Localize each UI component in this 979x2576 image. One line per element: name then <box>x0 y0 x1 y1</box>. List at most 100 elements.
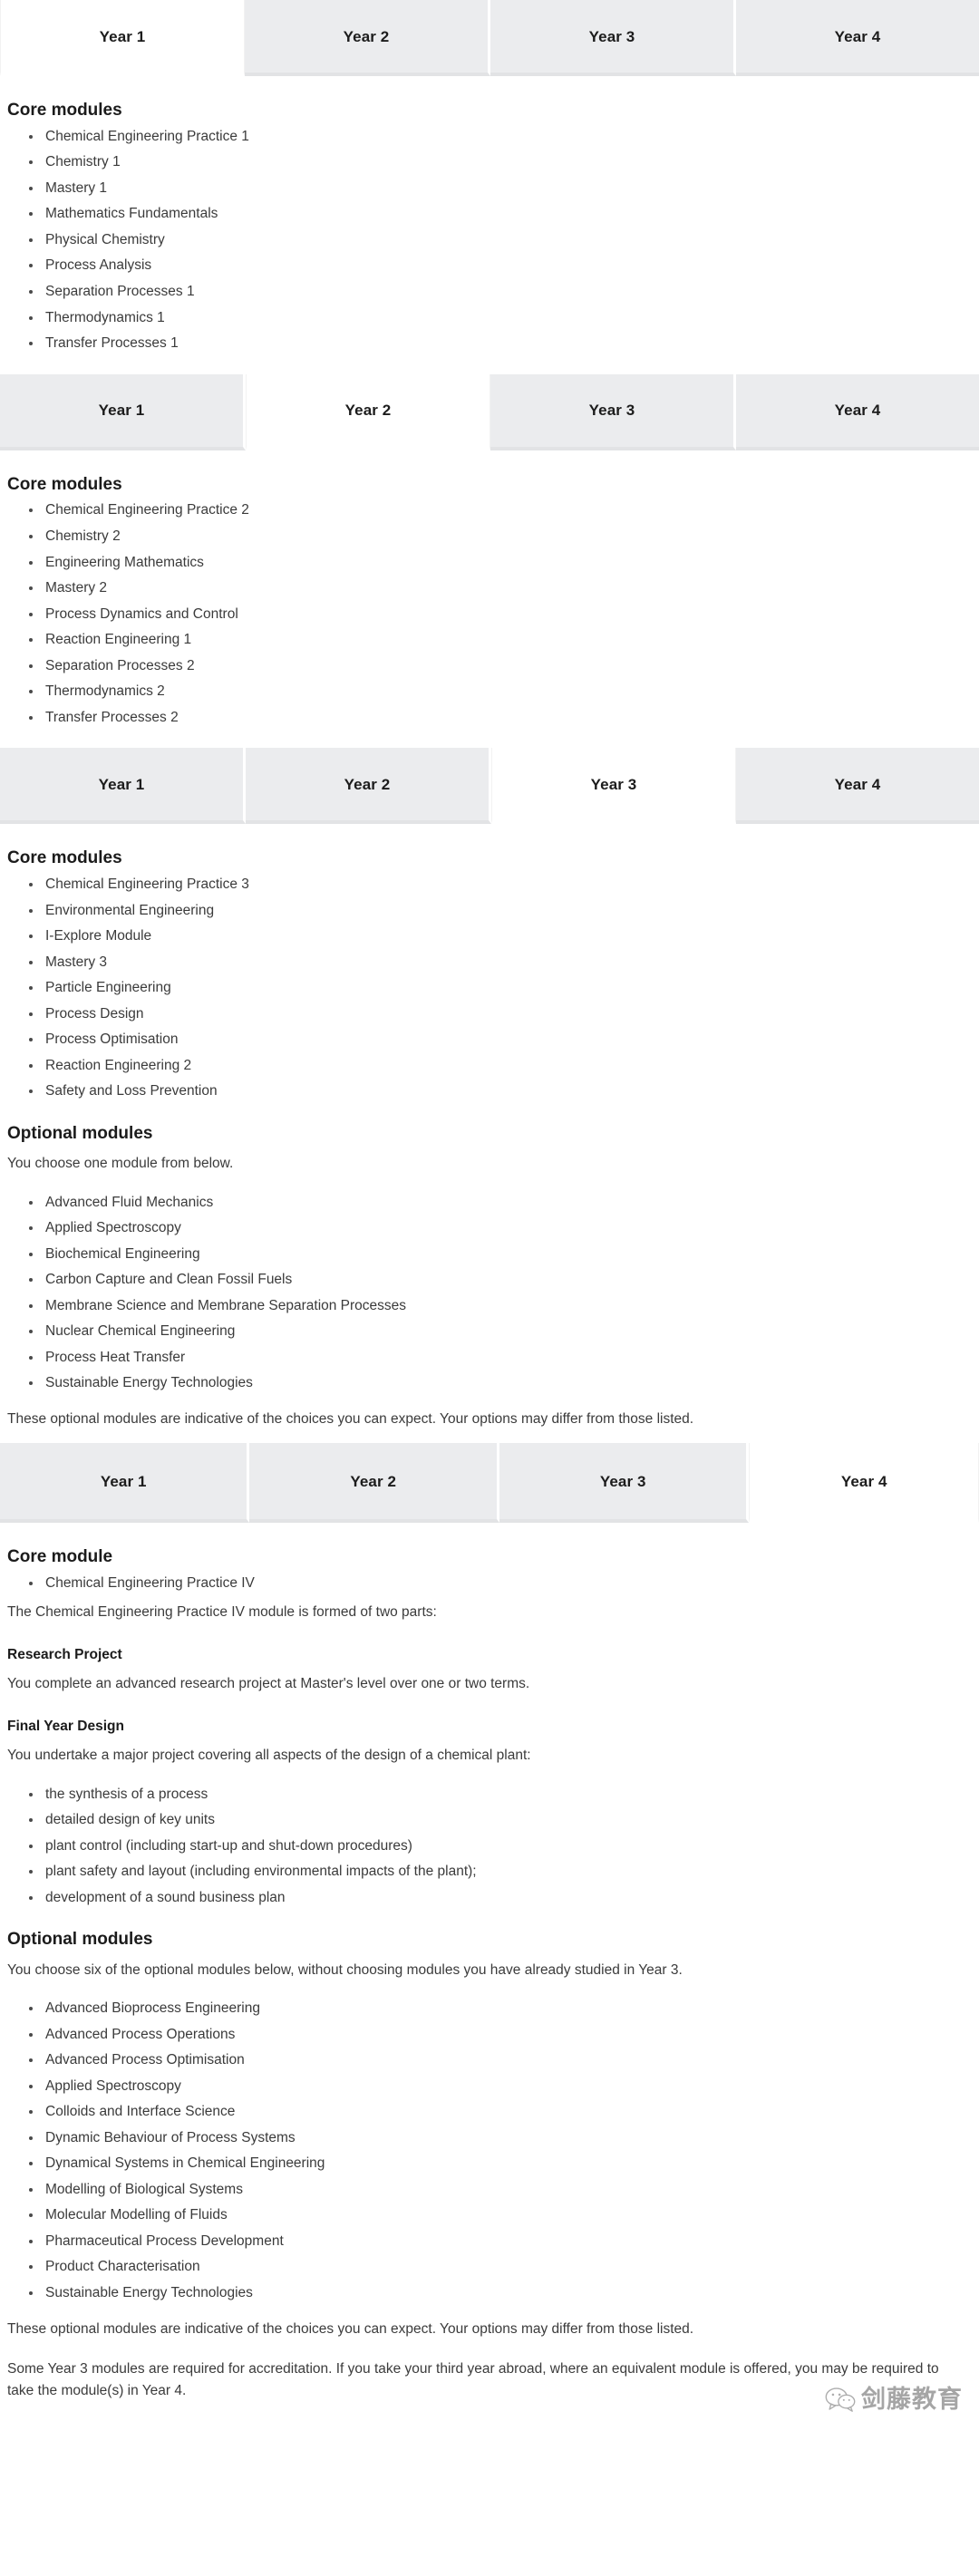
list-item: Separation Processes 1 <box>27 284 966 299</box>
tab-year-4[interactable]: Year 4 <box>736 0 979 76</box>
research-project-text: You complete an advanced research projec… <box>7 1676 530 1692</box>
list-item: Mastery 3 <box>27 954 966 970</box>
tab-year-4[interactable]: Year 4 <box>736 748 979 825</box>
list-item: Transfer Processes 1 <box>27 335 966 351</box>
optional-modules-heading: Optional modules <box>7 1929 153 1949</box>
list-item: Sustainable Energy Technologies <box>27 2285 966 2300</box>
tab-year-2[interactable]: Year 2 <box>249 1443 499 1524</box>
list-item: Chemical Engineering Practice 1 <box>27 129 966 144</box>
list-item: Process Optimisation <box>27 1031 966 1047</box>
core-modules-heading: Core modules <box>7 848 122 868</box>
year-1-core-module-list: Chemical Engineering Practice 1 Chemistry… <box>7 129 966 351</box>
list-item: I-Explore Module <box>27 928 966 944</box>
list-item: Process Analysis <box>27 257 966 273</box>
list-item: Engineering Mathematics <box>27 555 966 570</box>
optional-modules-disclaimer: These optional modules are indicative of… <box>7 2321 694 2338</box>
list-item: Modelling of Biological Systems <box>27 2182 966 2197</box>
list-item: Carbon Capture and Clean Fossil Fuels <box>27 1272 966 1287</box>
tab-label: Year 4 <box>834 27 881 45</box>
year-tabs-bar-4: Year 1 Year 2 Year 3 Year 4 <box>0 1443 979 1524</box>
optional-modules-heading: Optional modules <box>7 1123 153 1143</box>
tab-label: Year 2 <box>343 27 390 45</box>
tab-year-1[interactable]: Year 1 <box>0 1443 250 1524</box>
tab-label: Year 2 <box>344 775 391 793</box>
tab-year-2[interactable]: Year 2 <box>246 748 491 825</box>
list-item: Advanced Process Optimisation <box>27 2052 966 2068</box>
tab-label: Year 1 <box>98 402 145 420</box>
core-modules-heading: Core modules <box>7 474 122 494</box>
list-item: Advanced Process Operations <box>27 2027 966 2042</box>
research-project-heading: Research Project <box>7 1646 122 1662</box>
practice-parts-intro: The Chemical Engineering Practice IV mod… <box>7 1603 437 1620</box>
list-item: Separation Processes 2 <box>27 658 966 673</box>
list-item: Mastery 1 <box>27 180 966 196</box>
list-item: Applied Spectroscopy <box>27 1220 966 1235</box>
year-3-optional-module-list: Advanced Fluid Mechanics Applied Spectros… <box>7 1195 966 1391</box>
list-item: Process Design <box>27 1006 966 1022</box>
tab-label: Year 1 <box>100 1472 147 1490</box>
optional-modules-disclaimer: These optional modules are indicative of… <box>7 1411 694 1428</box>
tab-year-3[interactable]: Year 3 <box>490 0 736 76</box>
list-item: Chemical Engineering Practice 3 <box>27 876 966 892</box>
list-item: detailed design of key units <box>27 1812 966 1827</box>
list-item: Product Characterisation <box>27 2259 966 2274</box>
core-module-heading: Core module <box>7 1547 113 1567</box>
tab-year-1[interactable]: Year 1 <box>0 0 245 76</box>
list-item: Process Heat Transfer <box>27 1350 966 1365</box>
tab-label: Year 2 <box>350 1472 397 1490</box>
tab-year-1[interactable]: Year 1 <box>0 748 246 825</box>
list-item: Reaction Engineering 2 <box>27 1058 966 1073</box>
year-4-core-module-list: Chemical Engineering Practice IV <box>7 1575 966 1591</box>
list-item: Sustainable Energy Technologies <box>27 1375 966 1390</box>
list-item: Mastery 2 <box>27 580 966 596</box>
list-item: Chemistry 1 <box>27 154 966 169</box>
year-2-core-module-list: Chemical Engineering Practice 2 Chemistry… <box>7 502 966 725</box>
year-tabs-bar-2: Year 1 Year 2 Year 3 Year 4 <box>0 373 979 450</box>
tab-year-4[interactable]: Year 4 <box>736 373 979 450</box>
tab-label: Year 3 <box>599 1472 646 1490</box>
tab-year-3[interactable]: Year 3 <box>490 373 736 450</box>
list-item: Molecular Modelling of Fluids <box>27 2207 966 2223</box>
optional-modules-intro: You choose six of the optional modules b… <box>7 1961 683 1978</box>
list-item: Advanced Fluid Mechanics <box>27 1195 966 1210</box>
list-item: Transfer Processes 2 <box>27 710 966 725</box>
tab-label: Year 1 <box>99 27 146 45</box>
list-item: Mathematics Fundamentals <box>27 206 966 221</box>
list-item: plant control (including start-up and sh… <box>27 1838 966 1854</box>
tab-year-3[interactable]: Year 3 <box>499 1443 750 1524</box>
tab-year-3[interactable]: Year 3 <box>491 748 736 825</box>
tab-year-2[interactable]: Year 2 <box>245 0 490 76</box>
list-item: Environmental Engineering <box>27 903 966 918</box>
year-4-optional-module-list: Advanced Bioprocess Engineering Advanced … <box>7 2000 966 2300</box>
list-item: Dynamic Behaviour of Process Systems <box>27 2130 966 2145</box>
final-year-design-item-list: the synthesis of a process detailed desig… <box>7 1787 966 1905</box>
core-modules-heading: Core modules <box>7 101 122 120</box>
tab-label: Year 3 <box>590 775 637 793</box>
tab-year-2[interactable]: Year 2 <box>246 373 490 450</box>
list-item: the synthesis of a process <box>27 1787 966 1802</box>
tab-label: Year 4 <box>840 1472 887 1490</box>
list-item: Particle Engineering <box>27 980 966 995</box>
year-tabs-bar-3: Year 1 Year 2 Year 3 Year 4 <box>0 748 979 825</box>
tab-year-1[interactable]: Year 1 <box>0 373 246 450</box>
year-2-panel: Core modules Chemical Engineering Practi… <box>0 473 979 749</box>
list-item: Advanced Bioprocess Engineering <box>27 2000 966 2016</box>
list-item: Process Dynamics and Control <box>27 606 966 622</box>
list-item: Thermodynamics 1 <box>27 310 966 325</box>
accreditation-note: Some Year 3 modules are required for acc… <box>7 2361 939 2399</box>
tab-year-4[interactable]: Year 4 <box>749 1443 979 1524</box>
year-3-core-module-list: Chemical Engineering Practice 3 Environme… <box>7 876 966 1099</box>
year-3-panel: Core modules Chemical Engineering Practi… <box>0 847 979 1431</box>
list-item: Colloids and Interface Science <box>27 2104 966 2119</box>
list-item: Safety and Loss Prevention <box>27 1083 966 1099</box>
list-item: Thermodynamics 2 <box>27 683 966 699</box>
optional-modules-intro: You choose one module from below. <box>7 1156 234 1172</box>
list-item: Pharmaceutical Process Development <box>27 2233 966 2249</box>
list-item: Nuclear Chemical Engineering <box>27 1323 966 1339</box>
list-item: Biochemical Engineering <box>27 1246 966 1262</box>
course-modules-page: Year 1 Year 2 Year 3 Year 4 Core modules… <box>0 0 979 2439</box>
list-item: Chemistry 2 <box>27 528 966 544</box>
